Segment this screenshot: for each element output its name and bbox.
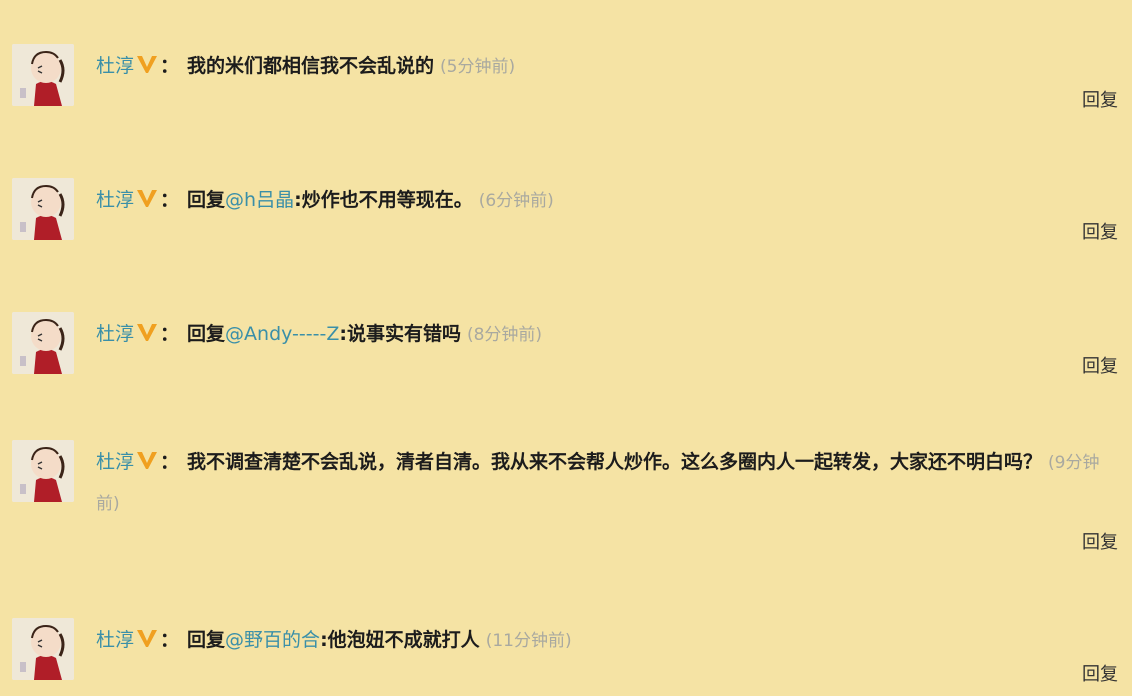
reply-prefix: 回复 — [187, 189, 226, 211]
vip-badge-icon — [137, 324, 158, 341]
mention-link[interactable]: @野百的合 — [225, 629, 320, 651]
timestamp: (11分钟前) — [485, 631, 572, 651]
avatar[interactable] — [12, 44, 74, 106]
colon: ： — [160, 451, 180, 473]
timestamp: (5分钟前) — [440, 57, 516, 77]
avatar-icon — [12, 312, 74, 374]
comment-body: 杜淳 ： 我不调查清楚不会乱说，清者自清。我从来不会帮人炒作。这么多圈内人一起转发，… — [96, 442, 1116, 524]
author-name[interactable]: 杜淳 — [96, 629, 134, 651]
avatar[interactable] — [12, 178, 74, 240]
timestamp: (6分钟前) — [478, 191, 554, 211]
comment-text: 他泡妞不成就打人 — [327, 629, 480, 651]
colon: ： — [160, 189, 180, 211]
reply-prefix: 回复 — [187, 323, 226, 345]
comment-body: 杜淳 ： 我的米们都相信我不会乱说的 (5分钟前) — [96, 46, 1116, 87]
mention-link[interactable]: @h吕晶 — [225, 189, 294, 211]
avatar-icon — [12, 618, 74, 680]
comment-text: 我不调查清楚不会乱说，清者自清。我从来不会帮人炒作。这么多圈内人一起转发，大家还… — [187, 451, 1043, 473]
mention-link[interactable]: @Andy-----Z — [225, 323, 339, 345]
mention-separator: : — [339, 323, 347, 345]
comment-body: 杜淳 ： 回复@野百的合:他泡妞不成就打人 (11分钟前) — [96, 620, 1116, 661]
reply-button[interactable]: 回复 — [1082, 352, 1118, 378]
comment-text: 说事实有错吗 — [346, 323, 461, 345]
colon: ： — [160, 629, 180, 651]
mention-separator: : — [320, 629, 328, 651]
comment-body: 杜淳 ： 回复@Andy-----Z:说事实有错吗 (8分钟前) — [96, 314, 1116, 355]
vip-badge-icon — [137, 630, 158, 647]
avatar-icon — [12, 44, 74, 106]
avatar[interactable] — [12, 618, 74, 680]
avatar-icon — [12, 440, 74, 502]
reply-button[interactable]: 回复 — [1082, 218, 1118, 244]
mention-separator: : — [294, 189, 302, 211]
reply-prefix: 回复 — [187, 629, 226, 651]
avatar[interactable] — [12, 440, 74, 502]
vip-badge-icon — [137, 190, 158, 207]
vip-badge-icon — [137, 56, 158, 73]
author-name[interactable]: 杜淳 — [96, 189, 134, 211]
comment-text: 炒作也不用等现在。 — [301, 189, 473, 211]
timestamp: (8分钟前) — [466, 325, 543, 345]
reply-button[interactable]: 回复 — [1082, 528, 1118, 554]
comment-text: 我的米们都相信我不会乱说的 — [187, 55, 435, 77]
author-name[interactable]: 杜淳 — [96, 323, 134, 345]
author-name[interactable]: 杜淳 — [96, 451, 134, 473]
avatar-icon — [12, 178, 74, 240]
reply-button[interactable]: 回复 — [1082, 660, 1118, 686]
vip-badge-icon — [137, 452, 158, 469]
author-name[interactable]: 杜淳 — [96, 55, 134, 77]
colon: ： — [160, 55, 180, 77]
reply-button[interactable]: 回复 — [1082, 86, 1118, 112]
colon: ： — [160, 323, 180, 345]
avatar[interactable] — [12, 312, 74, 374]
comment-body: 杜淳 ： 回复@h吕晶:炒作也不用等现在。 (6分钟前) — [96, 180, 1116, 221]
